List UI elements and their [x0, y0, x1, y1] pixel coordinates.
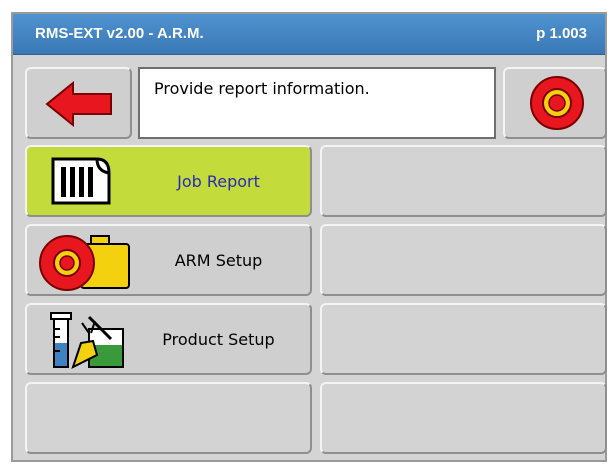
arm-setup-button[interactable]: ARM Setup [25, 224, 312, 296]
job-report-label: Job Report [177, 171, 260, 191]
reel-canister-icon [39, 235, 130, 291]
message-text: Provide report information. [154, 79, 370, 98]
empty-button-r1[interactable] [320, 145, 607, 217]
message-box: Provide report information. [138, 67, 496, 139]
empty-button-r4-right[interactable] [320, 382, 607, 454]
page-number: p 1.003 [536, 25, 587, 42]
back-button[interactable] [25, 67, 132, 139]
product-setup-label: Product Setup [162, 329, 275, 349]
title-bar: RMS-EXT v2.00 - A.R.M. p 1.003 [13, 14, 605, 55]
empty-button-r2[interactable] [320, 224, 607, 296]
product-setup-button[interactable]: Product Setup [25, 303, 312, 375]
left-arrow-icon [45, 81, 112, 127]
app-title: RMS-EXT v2.00 - A.R.M. [35, 25, 204, 42]
arm-setup-label: ARM Setup [174, 250, 263, 270]
chemistry-icon [50, 312, 124, 369]
stop-button[interactable] [503, 67, 607, 139]
target-icon [530, 76, 584, 130]
job-report-button[interactable]: Job Report [25, 145, 312, 217]
report-icon [51, 157, 111, 205]
empty-button-r3[interactable] [320, 303, 607, 375]
empty-button-r4-left[interactable] [25, 382, 312, 454]
